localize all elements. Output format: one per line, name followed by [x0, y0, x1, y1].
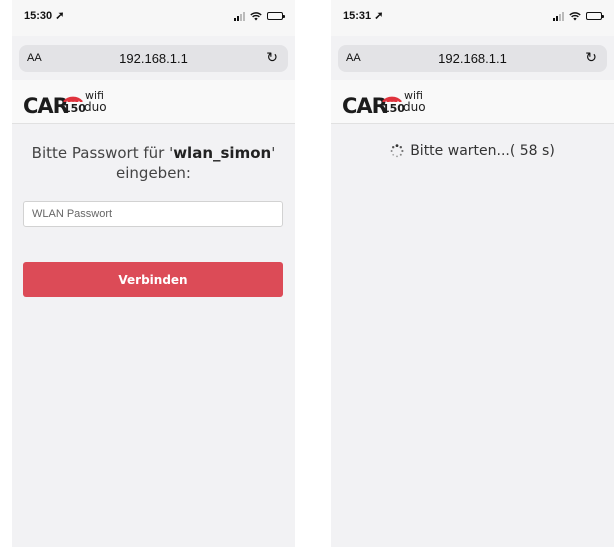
url-text[interactable]: 192.168.1.1 [338, 51, 607, 66]
status-bar: 15:31 ➚ [331, 0, 614, 36]
cellular-signal-icon [234, 11, 245, 21]
connect-button[interactable]: Verbinden [23, 262, 283, 297]
loading-spinner-icon [390, 144, 404, 158]
status-time: 15:30 ➚ [24, 10, 65, 22]
logo-car-text: CAR [23, 94, 69, 118]
logo-duo-text: duo [84, 100, 107, 114]
status-time: 15:31 ➚ [343, 10, 384, 22]
phone-screen-password: 15:30 ➚ AA 192.168.1.1 ↻ CAR 150 wifi du… [12, 0, 295, 547]
password-prompt: Bitte Passwort für 'wlan_simon' eingeben… [31, 144, 276, 182]
logo-signal-waves-icon [63, 96, 83, 102]
car150-wifi-duo-logo: CAR 150 wifi duo [342, 89, 452, 119]
address-bar[interactable]: AA 192.168.1.1 ↻ [19, 45, 288, 72]
url-text[interactable]: 192.168.1.1 [19, 51, 288, 66]
page-content: Bitte warten...( 58 s) [331, 124, 614, 547]
battery-icon [267, 12, 285, 20]
wifi-icon [250, 11, 262, 20]
location-arrow-icon: ➚ [371, 10, 384, 22]
wait-status: Bitte warten...( 58 s) [331, 143, 614, 159]
reload-icon[interactable]: ↻ [266, 51, 278, 65]
status-icons [234, 11, 285, 21]
ssid-name: wlan_simon [173, 144, 272, 162]
site-header: CAR 150 wifi duo [12, 80, 295, 124]
logo-number-text: 150 [63, 102, 86, 115]
logo-duo-text: duo [403, 100, 426, 114]
wlan-password-input[interactable] [23, 201, 283, 227]
logo-car-text: CAR [342, 94, 388, 118]
car150-wifi-duo-logo: CAR 150 wifi duo [23, 89, 133, 119]
reload-icon[interactable]: ↻ [585, 51, 597, 65]
battery-icon [586, 12, 604, 20]
status-bar: 15:30 ➚ [12, 0, 295, 36]
logo-number-text: 150 [382, 102, 405, 115]
location-arrow-icon: ➚ [52, 10, 65, 22]
status-icons [553, 11, 604, 21]
site-header: CAR 150 wifi duo [331, 80, 614, 124]
logo-signal-waves-icon [382, 96, 402, 102]
wifi-icon [569, 11, 581, 20]
cellular-signal-icon [553, 11, 564, 21]
phone-screen-waiting: 15:31 ➚ AA 192.168.1.1 ↻ CAR 150 wifi du… [331, 0, 614, 547]
address-bar[interactable]: AA 192.168.1.1 ↻ [338, 45, 607, 72]
page-content: Bitte Passwort für 'wlan_simon' eingeben… [12, 124, 295, 547]
wait-countdown-text: Bitte warten...( 58 s) [410, 143, 555, 159]
